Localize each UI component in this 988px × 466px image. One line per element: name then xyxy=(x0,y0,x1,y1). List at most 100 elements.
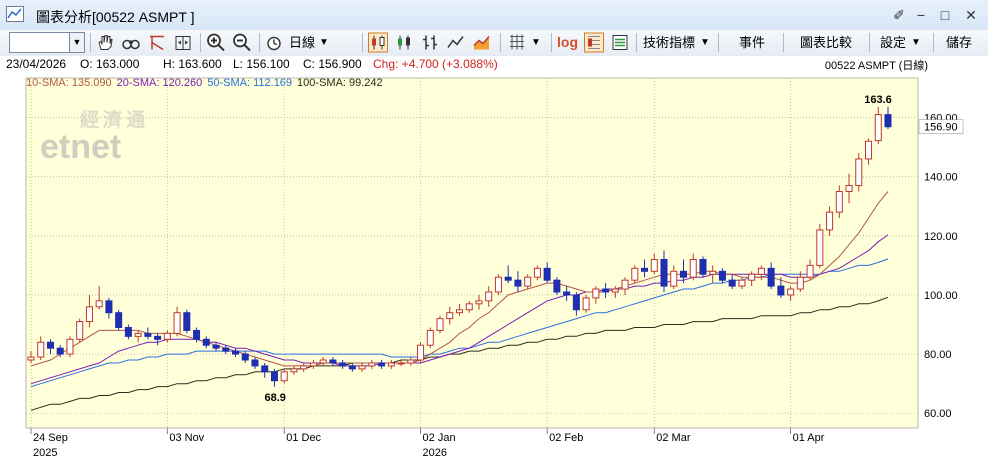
candle-body xyxy=(348,365,356,370)
chevron-down-icon[interactable]: ▼ xyxy=(531,32,541,53)
candle-body xyxy=(124,326,132,337)
candle-body xyxy=(670,270,678,287)
price-chart[interactable]: 10-SMA: 135.090 20-SMA: 120.260 50-SMA: 11… xyxy=(0,73,988,463)
candle-body xyxy=(105,300,113,314)
events-button[interactable]: 事件 xyxy=(739,32,765,53)
line-icon[interactable] xyxy=(446,32,466,53)
chevron-down-icon[interactable]: ▼ xyxy=(69,33,84,52)
candle-body xyxy=(835,190,843,213)
info-high: H: 163.600 xyxy=(163,57,222,71)
candle-body xyxy=(650,258,658,272)
candle-body xyxy=(329,359,337,364)
candle-body xyxy=(611,288,619,293)
chevron-down-icon[interactable]: ▼ xyxy=(319,32,329,53)
title-bar: 圖表分析[00522 ASMPT ] ✐ − □ ✕ xyxy=(0,0,988,31)
candle-body xyxy=(748,273,756,281)
toolbar-divider xyxy=(259,33,260,52)
maximize-button[interactable]: □ xyxy=(936,6,954,24)
candle-body xyxy=(582,297,590,311)
last-price-label: 156.90 xyxy=(924,122,958,134)
close-button[interactable]: ✕ xyxy=(962,6,980,24)
x-tick-label: 01 Dec xyxy=(286,432,321,444)
candle-body xyxy=(796,276,804,290)
info-close: C: 156.900 xyxy=(303,57,362,71)
symbol-input[interactable]: ▼ xyxy=(9,32,85,53)
candle-body xyxy=(777,285,785,296)
candle-body xyxy=(621,279,629,290)
candle-body xyxy=(641,267,649,272)
legend-sma10: 10-SMA: 135.090 xyxy=(26,77,112,89)
candle-body xyxy=(494,276,502,293)
legend-sma100: 100-SMA: 99.242 xyxy=(297,77,383,89)
candle-body xyxy=(66,338,74,355)
toolbar-divider xyxy=(200,33,201,52)
y-tick-label: 140.00 xyxy=(924,172,958,184)
chart-app-icon xyxy=(6,6,24,22)
candle-body xyxy=(309,362,317,367)
area-icon[interactable] xyxy=(472,32,492,53)
export-icon[interactable] xyxy=(610,32,630,53)
pin-icon[interactable]: ✐ xyxy=(890,6,908,24)
candle-body xyxy=(455,309,464,314)
toolbar-divider xyxy=(362,33,363,52)
candle-body xyxy=(865,140,873,160)
indicators-dropdown[interactable]: 技術指標 xyxy=(643,32,695,53)
grid-icon[interactable] xyxy=(507,32,527,53)
x-tick-label: 02 Jan xyxy=(423,432,456,444)
period-dropdown[interactable]: 日線 xyxy=(289,32,315,53)
scroll-icon[interactable] xyxy=(173,32,193,53)
candle-body xyxy=(378,362,386,367)
candle-body xyxy=(806,264,814,278)
toolbar-divider xyxy=(933,33,934,52)
toolbar-divider xyxy=(869,33,870,52)
candlestick-alt-icon[interactable] xyxy=(394,32,414,53)
binoculars-icon[interactable] xyxy=(121,32,141,53)
plot-area xyxy=(25,77,919,429)
candle-body xyxy=(738,279,746,287)
x-tick-label: 24 Sep xyxy=(33,432,68,444)
y-tick-label: 80.00 xyxy=(924,349,952,361)
toolbar-divider xyxy=(500,33,501,52)
candle-body xyxy=(699,258,707,275)
toolbar-divider xyxy=(636,33,637,52)
candle-body xyxy=(144,332,152,337)
percent-icon[interactable] xyxy=(584,32,604,53)
candle-body xyxy=(728,279,736,287)
candle-body xyxy=(397,362,405,365)
candle-body xyxy=(241,353,249,361)
chevron-down-icon[interactable]: ▼ xyxy=(700,32,710,53)
zoom-out-icon[interactable] xyxy=(232,32,252,53)
legend-sma20: 20-SMA: 120.260 xyxy=(117,77,203,89)
toolbar-divider xyxy=(90,33,91,52)
ohlc-icon[interactable] xyxy=(420,32,440,53)
compare-button[interactable]: 圖表比較 xyxy=(800,32,852,53)
x-tick-label: 02 Feb xyxy=(549,432,583,444)
clock-icon[interactable] xyxy=(266,32,282,53)
candle-body xyxy=(660,258,668,287)
candle-body xyxy=(533,267,541,278)
log-scale-toggle[interactable]: log xyxy=(557,32,578,53)
candle-body xyxy=(426,329,434,346)
crosshair-icon[interactable] xyxy=(147,32,167,53)
zoom-in-icon[interactable] xyxy=(206,32,226,53)
candle-body xyxy=(27,356,35,361)
minimize-button[interactable]: − xyxy=(912,6,930,24)
candle-body xyxy=(407,359,415,364)
candlestick-icon[interactable] xyxy=(368,32,388,53)
candle-body xyxy=(436,318,444,331)
candle-body xyxy=(446,312,454,320)
candle-body xyxy=(280,371,288,382)
candle-body xyxy=(85,306,93,323)
info-open: O: 163.000 xyxy=(80,57,140,71)
candle-body xyxy=(56,347,64,355)
candle-body xyxy=(504,276,512,281)
save-button[interactable]: 儲存 xyxy=(946,32,972,53)
candle-body xyxy=(212,344,220,349)
candle-body xyxy=(173,312,181,334)
settings-dropdown[interactable]: 設定 xyxy=(880,32,906,53)
candle-body xyxy=(387,362,395,367)
hand-icon[interactable] xyxy=(95,32,115,53)
candle-body xyxy=(767,267,775,287)
legend-sma50: 50-SMA: 112.169 xyxy=(207,77,292,89)
chevron-down-icon[interactable]: ▼ xyxy=(911,32,921,53)
